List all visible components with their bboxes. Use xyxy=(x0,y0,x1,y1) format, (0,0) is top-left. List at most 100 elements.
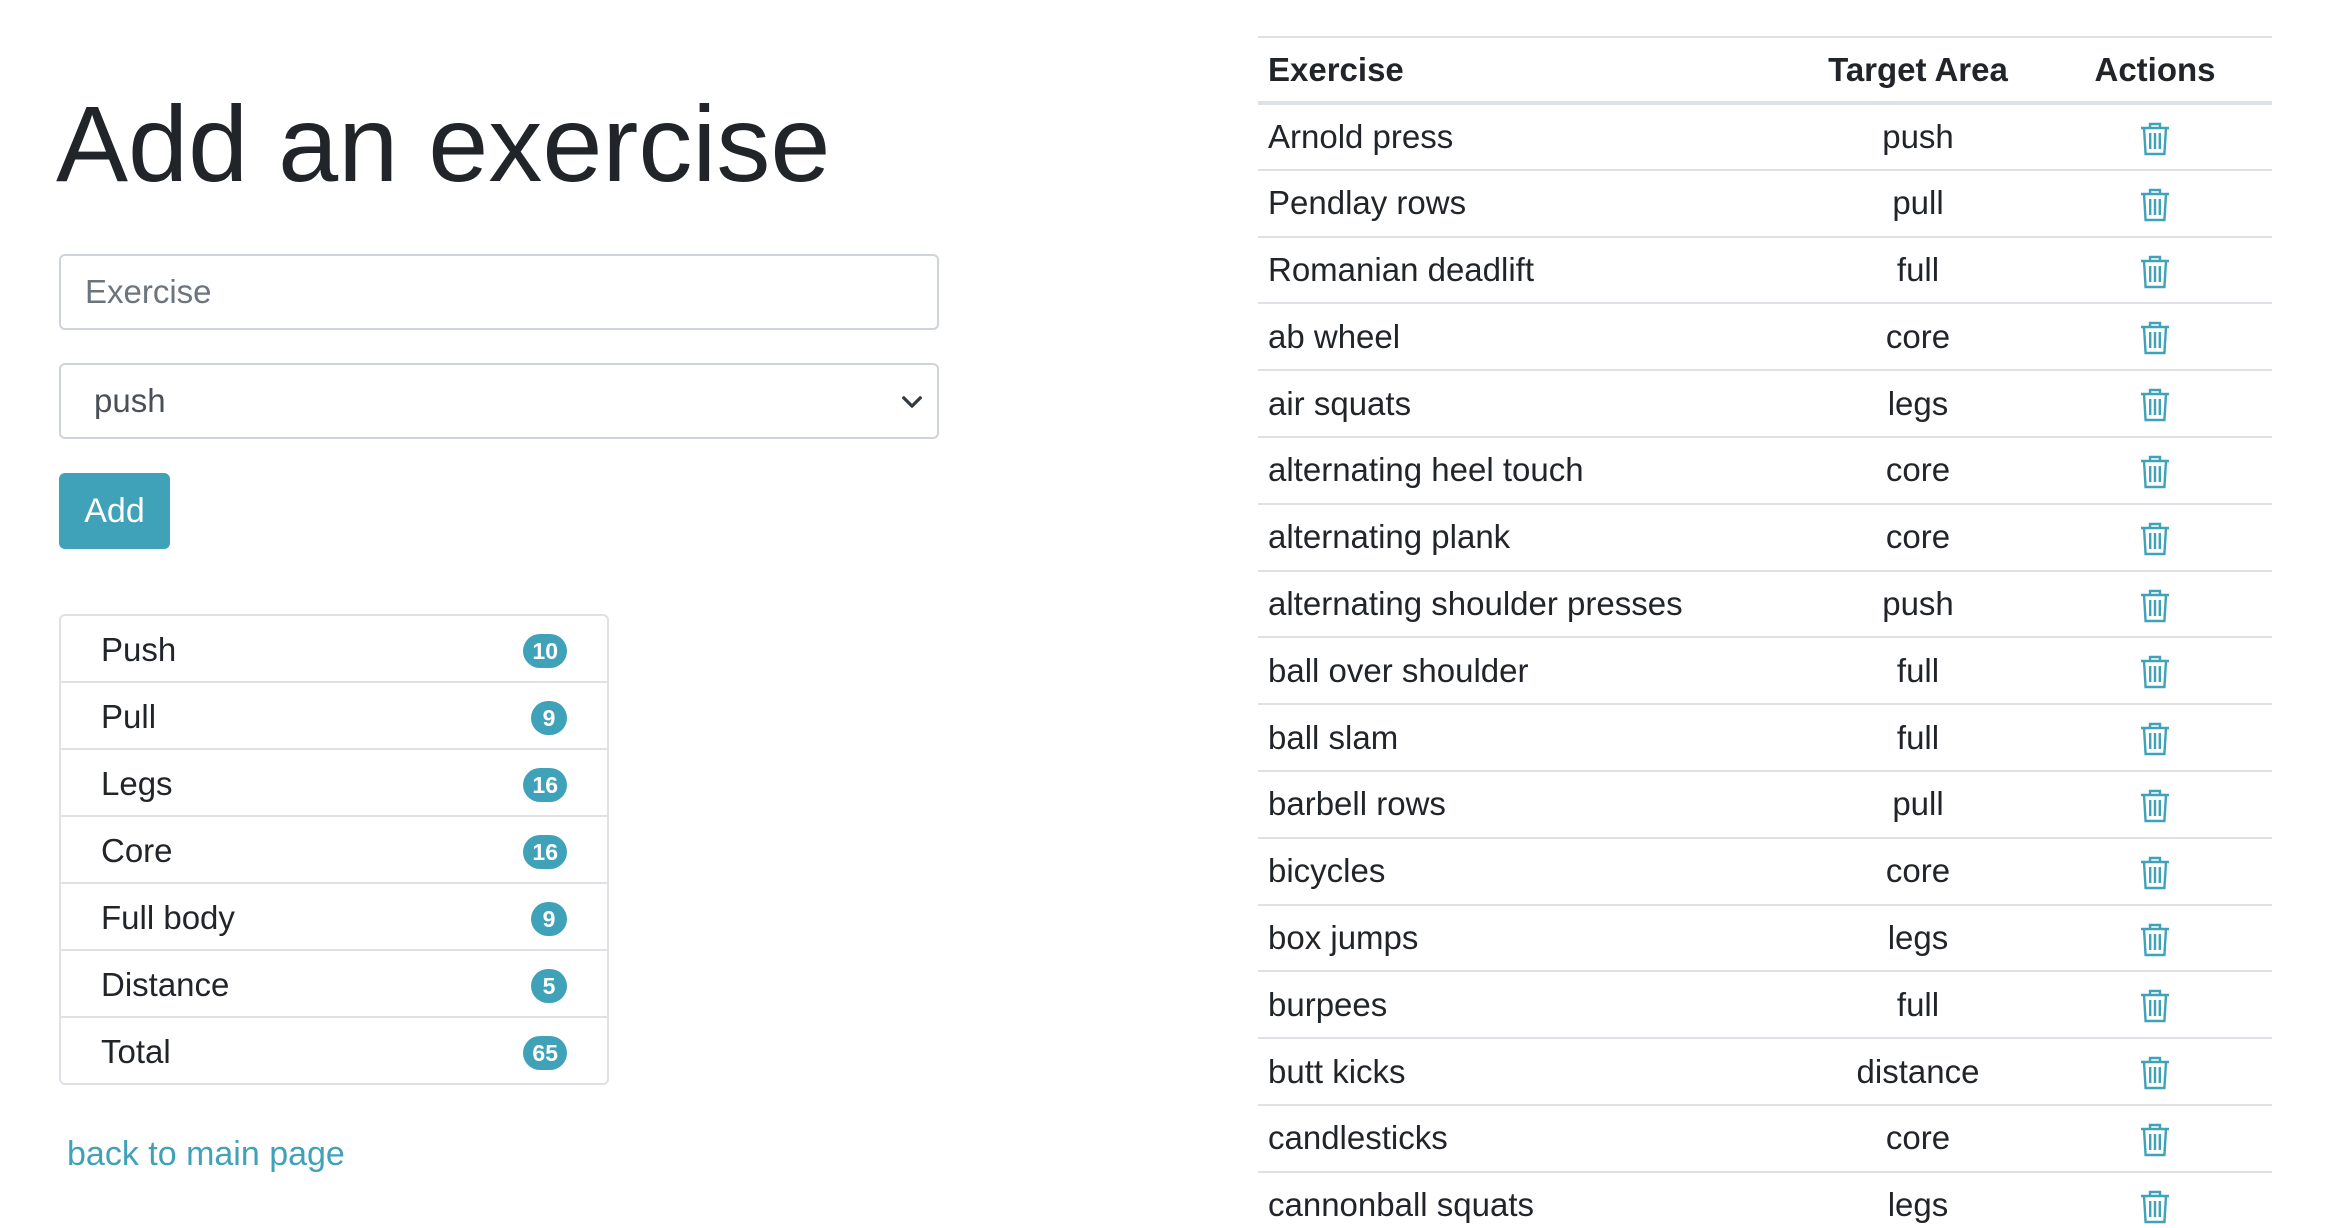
exercise-name: box jumps xyxy=(1258,904,1798,973)
target-area: core xyxy=(1798,837,2038,906)
exercise-table-body: Arnold press push Pendlay rows pull Romanian… xyxy=(1258,103,2272,1228)
actions-cell xyxy=(2038,637,2272,706)
target-area: core xyxy=(1798,1104,2038,1173)
target-area-selected-value: push xyxy=(94,382,166,419)
trash-icon[interactable] xyxy=(2139,588,2171,624)
exercise-name: Arnold press xyxy=(1258,103,1798,171)
trash-icon[interactable] xyxy=(2139,1122,2171,1158)
exercise-name: ball slam xyxy=(1258,704,1798,772)
page: Add an exercise push Add Push 10 Pull 9 Legs… xyxy=(0,0,2340,1228)
trash-icon[interactable] xyxy=(2139,254,2171,290)
page-title: Add an exercise xyxy=(56,83,831,204)
trash-icon[interactable] xyxy=(2139,788,2171,824)
summary-item: Full body 9 xyxy=(61,884,607,951)
trash-icon[interactable] xyxy=(2139,387,2171,423)
category-summary-list: Push 10 Pull 9 Legs 16 Core 16 Full body 9 Distanc… xyxy=(59,614,609,1085)
trash-icon[interactable] xyxy=(2139,855,2171,891)
trash-icon[interactable] xyxy=(2139,654,2171,690)
actions-cell xyxy=(2038,570,2272,639)
table-row: alternating heel touch core xyxy=(1258,436,2272,505)
exercise-name: bicycles xyxy=(1258,837,1798,906)
actions-cell xyxy=(2038,236,2272,305)
target-area: pull xyxy=(1798,169,2038,238)
actions-cell xyxy=(2038,1104,2272,1173)
exercise-name: butt kicks xyxy=(1258,1038,1798,1106)
actions-cell xyxy=(2038,971,2272,1040)
count-badge: 9 xyxy=(531,701,567,735)
target-area: full xyxy=(1798,971,2038,1040)
table-row: alternating shoulder presses push xyxy=(1258,570,2272,639)
chevron-down-icon xyxy=(902,396,922,408)
table-row: cannonball squats legs xyxy=(1258,1171,2272,1228)
exercise-name: candlesticks xyxy=(1258,1104,1798,1173)
count-badge: 65 xyxy=(523,1036,567,1070)
actions-cell xyxy=(2038,1171,2272,1228)
summary-item-label: Full body xyxy=(101,899,235,936)
target-area: distance xyxy=(1798,1038,2038,1106)
add-button[interactable]: Add xyxy=(59,473,170,549)
table-header-row: Exercise Target Area Actions xyxy=(1258,36,2272,105)
exercise-name: cannonball squats xyxy=(1258,1171,1798,1228)
table-row: butt kicks distance xyxy=(1258,1038,2272,1106)
actions-cell xyxy=(2038,436,2272,505)
back-to-main-link[interactable]: back to main page xyxy=(67,1135,345,1174)
actions-cell xyxy=(2038,370,2272,438)
trash-icon[interactable] xyxy=(2139,121,2171,157)
summary-item-label: Core xyxy=(101,832,173,869)
trash-icon[interactable] xyxy=(2139,1055,2171,1091)
trash-icon[interactable] xyxy=(2139,988,2171,1024)
exercise-table-container: Exercise Target Area Actions Arnold pres… xyxy=(1258,36,2272,1228)
trash-icon[interactable] xyxy=(2139,922,2171,958)
target-area: push xyxy=(1798,103,2038,171)
trash-icon[interactable] xyxy=(2139,521,2171,557)
actions-cell xyxy=(2038,770,2272,839)
target-area: pull xyxy=(1798,770,2038,839)
trash-icon[interactable] xyxy=(2139,187,2171,223)
actions-cell xyxy=(2038,303,2272,372)
target-area: core xyxy=(1798,503,2038,572)
trash-icon[interactable] xyxy=(2139,721,2171,757)
exercise-name: alternating heel touch xyxy=(1258,436,1798,505)
exercise-name: ball over shoulder xyxy=(1258,637,1798,706)
actions-cell xyxy=(2038,904,2272,973)
exercise-name: barbell rows xyxy=(1258,770,1798,839)
table-row: box jumps legs xyxy=(1258,904,2272,973)
header-target-area: Target Area xyxy=(1798,36,2038,105)
count-badge: 10 xyxy=(523,634,567,668)
actions-cell xyxy=(2038,503,2272,572)
table-row: air squats legs xyxy=(1258,370,2272,438)
trash-icon[interactable] xyxy=(2139,454,2171,490)
exercise-name: air squats xyxy=(1258,370,1798,438)
target-area-select[interactable]: push xyxy=(59,363,939,439)
trash-icon[interactable] xyxy=(2139,320,2171,356)
target-area: full xyxy=(1798,637,2038,706)
table-row: bicycles core xyxy=(1258,837,2272,906)
summary-item: Total 65 xyxy=(61,1018,607,1083)
count-badge: 9 xyxy=(531,902,567,936)
count-badge: 16 xyxy=(523,835,567,869)
summary-item-label: Push xyxy=(101,631,177,668)
table-row: Pendlay rows pull xyxy=(1258,169,2272,238)
exercise-name: burpees xyxy=(1258,971,1798,1040)
summary-item: Push 10 xyxy=(61,616,607,683)
summary-item-label: Total xyxy=(101,1033,171,1070)
table-row: ab wheel core xyxy=(1258,303,2272,372)
target-area: full xyxy=(1798,704,2038,772)
summary-item: Legs 16 xyxy=(61,750,607,817)
exercise-input[interactable] xyxy=(59,254,939,330)
exercise-name: Romanian deadlift xyxy=(1258,236,1798,305)
trash-icon[interactable] xyxy=(2139,1189,2171,1225)
exercise-name: Pendlay rows xyxy=(1258,169,1798,238)
summary-item: Core 16 xyxy=(61,817,607,884)
target-area: legs xyxy=(1798,1171,2038,1228)
actions-cell xyxy=(2038,837,2272,906)
target-area: legs xyxy=(1798,370,2038,438)
table-row: candlesticks core xyxy=(1258,1104,2272,1173)
summary-item-label: Pull xyxy=(101,698,157,735)
actions-cell xyxy=(2038,169,2272,238)
target-area: legs xyxy=(1798,904,2038,973)
count-badge: 16 xyxy=(523,768,567,802)
exercise-name: alternating plank xyxy=(1258,503,1798,572)
summary-item: Pull 9 xyxy=(61,683,607,750)
actions-cell xyxy=(2038,103,2272,171)
